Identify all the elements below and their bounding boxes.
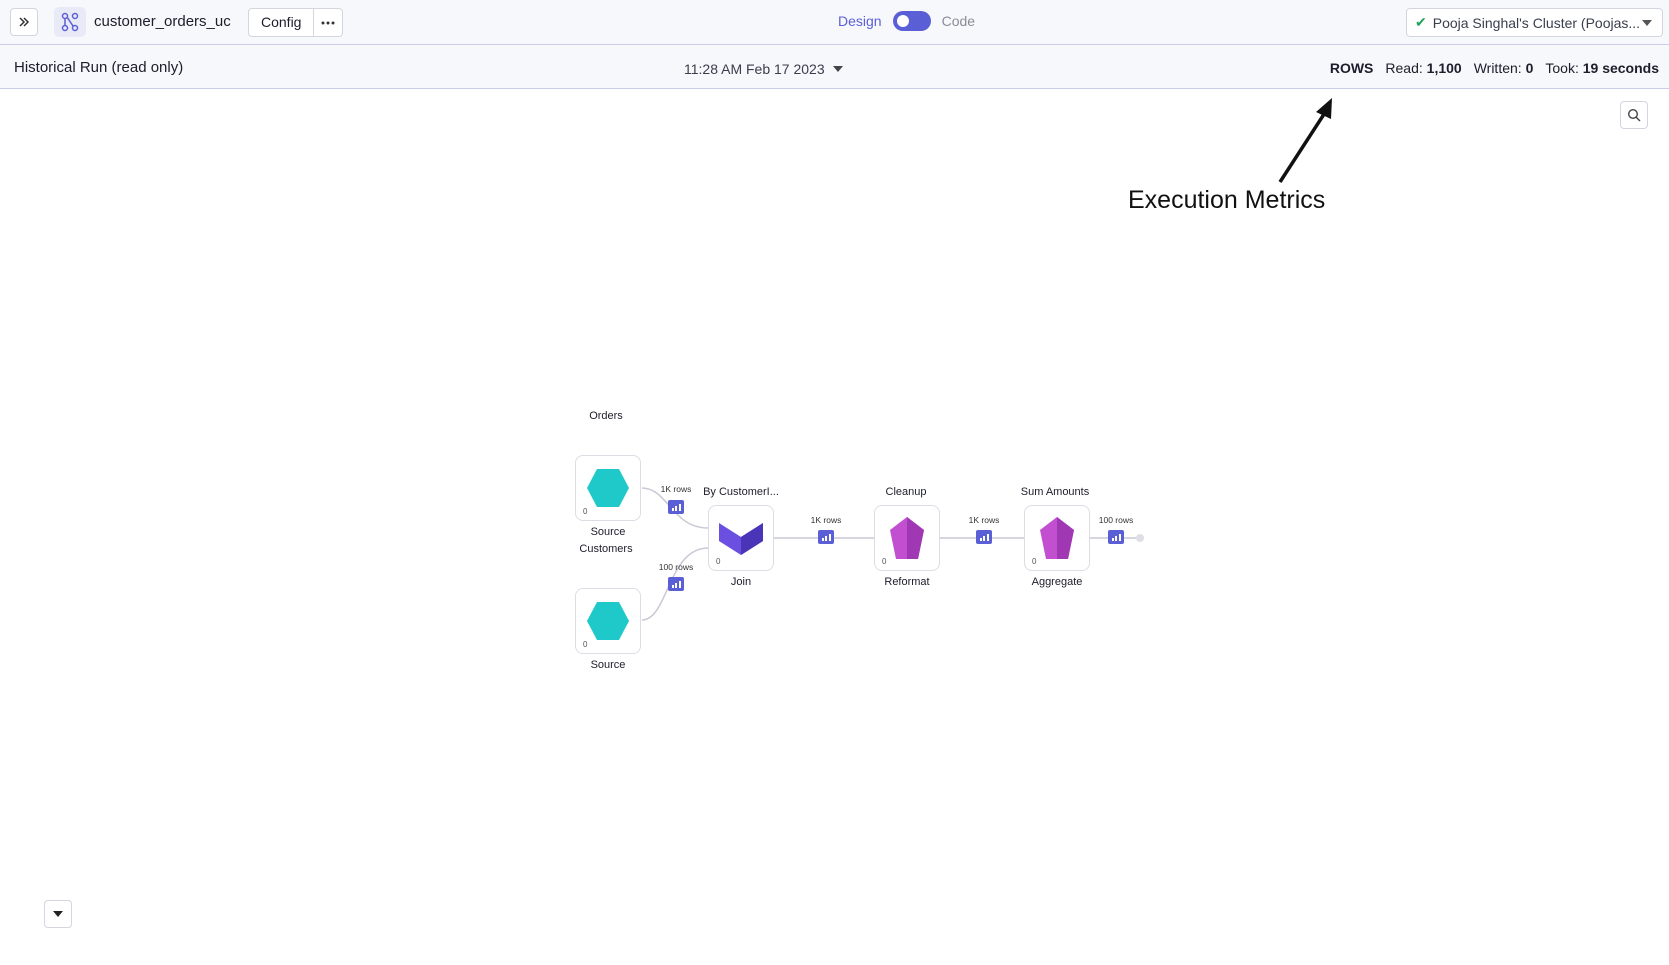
cluster-label: Pooja Singhal's Cluster (Poojas...: [1432, 14, 1641, 31]
read-metric: Read: 1,100: [1385, 60, 1462, 76]
run-info-bar: Historical Run (read only) 11:28 AM Feb …: [0, 45, 1669, 89]
pipeline-node-join[interactable]: 0: [708, 505, 774, 571]
rows-label: ROWS: [1329, 60, 1374, 76]
node-title: Customers: [579, 543, 633, 555]
pipeline-edges: [641, 487, 1144, 621]
hexagon-source-icon: [587, 469, 629, 507]
node-title: By CustomerI...: [703, 486, 779, 498]
node-type: Source: [590, 526, 626, 538]
execution-metrics: ROWS Read: 1,100 Written: 0 Took: 19 sec…: [1330, 60, 1659, 76]
pipeline-node-orders[interactable]: 0: [575, 455, 641, 521]
project-name[interactable]: customer_orders_uc: [94, 13, 231, 30]
edge-row-count: 1K rows: [810, 515, 842, 525]
edge-row-count: 100 rows: [658, 562, 694, 572]
more-options-button[interactable]: [314, 9, 342, 36]
pipeline-icon: [54, 7, 86, 37]
pipeline-node-customers[interactable]: 0: [575, 588, 641, 654]
pipeline-node-sum-amounts[interactable]: 0: [1024, 505, 1090, 571]
written-metric: Written: 0: [1473, 60, 1534, 76]
join-icon: [719, 523, 763, 555]
edge-stats-icon[interactable]: [668, 577, 684, 591]
ellipsis-icon: [321, 21, 335, 24]
edge-row-count: 100 rows: [1098, 515, 1134, 525]
run-datetime: 11:28 AM Feb 17 2023: [684, 61, 825, 77]
node-count: 0: [1032, 557, 1037, 566]
edge-stats-icon[interactable]: [976, 530, 992, 544]
gem-transform-icon: [890, 517, 924, 559]
edge-stats-icon[interactable]: [1108, 530, 1124, 544]
run-date-selector[interactable]: 11:28 AM Feb 17 2023: [684, 61, 843, 77]
config-button[interactable]: Config: [249, 9, 315, 36]
historical-run-label: Historical Run (read only): [14, 59, 184, 76]
cluster-selector[interactable]: ✔ Pooja Singhal's Cluster (Poojas...: [1406, 8, 1663, 37]
design-code-toggle: Design Code: [838, 11, 975, 31]
node-type: Join: [730, 576, 752, 588]
node-type: Reformat: [884, 576, 930, 588]
mode-design-label[interactable]: Design: [838, 13, 882, 29]
edge-stats-icon[interactable]: [818, 530, 834, 544]
gem-transform-icon: [1040, 517, 1074, 559]
edge-stats-icon[interactable]: [668, 500, 684, 514]
node-count: 0: [583, 507, 588, 516]
mode-switch[interactable]: [892, 11, 931, 31]
edge-row-count: 1K rows: [660, 484, 692, 494]
node-count: 0: [882, 557, 887, 566]
node-count: 0: [716, 557, 721, 566]
node-type: Source: [590, 659, 626, 671]
edge-row-count: 1K rows: [968, 515, 1000, 525]
pipeline-node-cleanup[interactable]: 0: [874, 505, 940, 571]
node-type: Aggregate: [1031, 576, 1083, 588]
expand-sidebar-button[interactable]: [10, 8, 38, 36]
double-chevron-right-icon: [19, 17, 30, 27]
pipeline-canvas[interactable]: Orders 0 Source Customers 0 Source By Cu…: [0, 90, 1669, 965]
mode-code-label[interactable]: Code: [942, 13, 975, 29]
bottom-panel-toggle-button[interactable]: [44, 900, 72, 928]
config-button-group: Config: [248, 8, 344, 37]
top-toolbar: customer_orders_uc Config Design Code ✔ …: [0, 0, 1669, 45]
chevron-down-icon: [53, 911, 63, 917]
check-icon: ✔: [1415, 14, 1427, 30]
took-metric: Took: 19 seconds: [1545, 60, 1659, 76]
node-title: Sum Amounts: [1020, 486, 1090, 498]
hexagon-source-icon: [587, 602, 629, 640]
node-count: 0: [583, 640, 588, 649]
node-title: Cleanup: [885, 486, 927, 498]
node-title: Orders: [589, 410, 623, 422]
chevron-down-icon: [1642, 20, 1652, 26]
chevron-down-icon: [832, 66, 843, 72]
